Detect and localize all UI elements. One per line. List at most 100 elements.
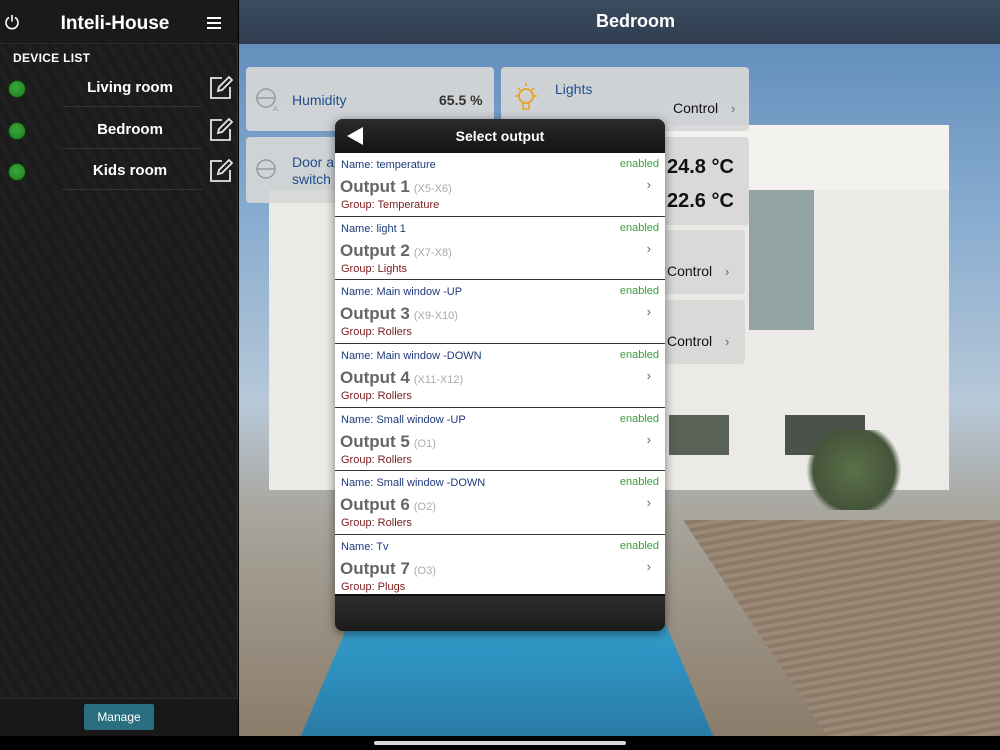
- svg-text:A: A: [273, 105, 278, 112]
- chevron-right-icon: ›: [646, 495, 651, 511]
- output-status: enabled: [619, 349, 659, 362]
- output-item-6[interactable]: Name: Small window -DOWN enabled Output …: [335, 471, 665, 536]
- output-name: Name: Main window -DOWN: [341, 350, 482, 363]
- modal-footer: [335, 594, 665, 631]
- output-title: Output 3 (X9-X10): [340, 304, 458, 324]
- device-item-bedroom[interactable]: Bedroom: [0, 112, 238, 152]
- output-title: Output 4 (X11-X12): [340, 368, 463, 388]
- output-status: enabled: [619, 221, 659, 234]
- humidity-value: 65.5 %: [439, 92, 483, 108]
- output-title-text: Output 3: [340, 304, 410, 324]
- temperature-tile[interactable]: 24.8 °C 22.6 °C: [659, 137, 749, 225]
- output-item-3[interactable]: Name: Main window -UP enabled Output 3 (X…: [335, 280, 665, 345]
- room-title: Bedroom: [595, 11, 675, 31]
- output-item-5[interactable]: Name: Small window -UP enabled Output 5(…: [335, 407, 665, 472]
- output-title-text: Output 7: [340, 559, 410, 579]
- output-name: Name: Small window -UP: [341, 413, 466, 426]
- modal-title: Select output: [455, 128, 545, 144]
- output-title-text: Output 2: [340, 240, 410, 260]
- output-pins: (O1): [413, 437, 436, 450]
- power-icon[interactable]: [4, 14, 20, 30]
- output-title: Output 2 (X7-X8): [340, 241, 452, 261]
- output-status: enabled: [619, 285, 659, 298]
- control-link[interactable]: Control: [667, 263, 712, 279]
- lights-control-link[interactable]: Control: [673, 100, 718, 116]
- output-group: Group: Rollers: [341, 390, 412, 403]
- output-item-2[interactable]: Name: light 1 enabled Output 2 (X7-X8) › …: [335, 216, 665, 281]
- device-name: Living room: [87, 79, 173, 96]
- output-item-7[interactable]: Name: Tv enabled Output 7 (O3) › Group: P…: [335, 535, 665, 594]
- status-dot: [8, 80, 26, 98]
- sidebar-header: Inteli-House: [0, 0, 238, 44]
- sidebar: Inteli-House DEVICE LIST Living room Bed…: [0, 0, 238, 736]
- output-pins: (X9-X10): [413, 310, 458, 323]
- output-pins: (O3): [413, 565, 436, 578]
- lightbulb-icon: [515, 83, 537, 110]
- output-group: Group: Rollers: [341, 453, 412, 466]
- sensor-icon: [256, 159, 276, 179]
- control-link[interactable]: Control: [667, 333, 712, 349]
- chevron-right-icon: ›: [646, 559, 651, 575]
- sidebar-footer: Manage: [0, 698, 238, 736]
- temperature-value-2: 22.6 °C: [667, 190, 734, 212]
- home-indicator: [374, 741, 626, 745]
- chevron-right-icon: ›: [646, 431, 651, 447]
- output-pins: (X5-X6): [413, 183, 452, 195]
- output-group: Group: Rollers: [341, 517, 412, 530]
- output-title-text: Output 4: [340, 368, 410, 388]
- output-status: enabled: [619, 476, 659, 489]
- output-pins: (O2): [413, 501, 436, 514]
- output-name: Name: Tv: [341, 541, 389, 554]
- output-group: Group: Rollers: [341, 326, 412, 339]
- output-name: Name: Main window -UP: [341, 286, 463, 299]
- output-list[interactable]: Name: temperature enabled Output 1 (X5-X6…: [335, 153, 665, 594]
- output-group: Group: Plugs: [341, 581, 406, 594]
- output-name: Name: temperature: [341, 159, 436, 171]
- control-tile-3[interactable]: Control ›: [659, 300, 745, 364]
- output-title: Output 7 (O3): [340, 559, 436, 579]
- output-name: Name: Small window -DOWN: [341, 477, 486, 490]
- output-item-1[interactable]: Name: temperature enabled Output 1 (X5-X6…: [335, 153, 665, 217]
- chevron-right-icon: ›: [731, 101, 736, 116]
- sensor-icon: A: [256, 88, 278, 112]
- edit-icon[interactable]: [208, 117, 234, 143]
- door-tile[interactable]: Door al switch: [246, 137, 346, 203]
- control-tile-2[interactable]: Control ›: [659, 230, 745, 294]
- output-status: enabled: [619, 158, 659, 170]
- output-title: Output 6 (O2): [340, 495, 436, 515]
- chevron-right-icon: ›: [646, 177, 651, 192]
- output-status: enabled: [619, 412, 659, 425]
- back-arrow-icon[interactable]: [345, 126, 365, 146]
- chevron-right-icon: ›: [646, 368, 651, 384]
- device-item-kids-room[interactable]: Kids room: [0, 153, 238, 193]
- edit-icon[interactable]: [208, 75, 234, 101]
- output-pins: (X11-X12): [413, 374, 464, 387]
- status-dot: [8, 122, 26, 140]
- modal-header: Select output: [335, 119, 665, 153]
- status-dot: [8, 163, 26, 181]
- lights-label: Lights: [555, 81, 593, 97]
- hamburger-menu-icon[interactable]: [207, 17, 221, 29]
- edit-icon[interactable]: [208, 158, 234, 184]
- device-item-living-room[interactable]: Living room: [0, 70, 238, 110]
- temperature-value-1: 24.8 °C: [667, 156, 734, 178]
- output-pins: (X7-X8): [413, 246, 452, 259]
- output-item-4[interactable]: Name: Main window -DOWN enabled Output 4…: [335, 344, 665, 408]
- output-name: Name: light 1: [341, 222, 406, 235]
- chevron-right-icon: ›: [646, 304, 651, 320]
- output-group: Group: Temperature: [341, 199, 440, 211]
- chevron-right-icon: ›: [725, 334, 730, 349]
- chevron-right-icon: ›: [725, 264, 730, 279]
- output-title: Output 1 (X5-X6): [340, 177, 452, 197]
- output-title-text: Output 6: [340, 495, 410, 515]
- humidity-label: Humidity: [292, 92, 347, 108]
- output-status: enabled: [619, 540, 659, 553]
- app-title: Inteli-House: [60, 13, 170, 34]
- output-title: Output 5 (O1): [340, 432, 436, 452]
- manage-button[interactable]: Manage: [84, 704, 154, 730]
- select-output-modal: Select output Name: temperature enabled …: [335, 119, 665, 631]
- output-group: Group: Lights: [341, 262, 408, 275]
- chevron-right-icon: ›: [646, 240, 651, 256]
- device-name: Bedroom: [97, 121, 163, 138]
- door-label-line1: Door al: [292, 154, 338, 170]
